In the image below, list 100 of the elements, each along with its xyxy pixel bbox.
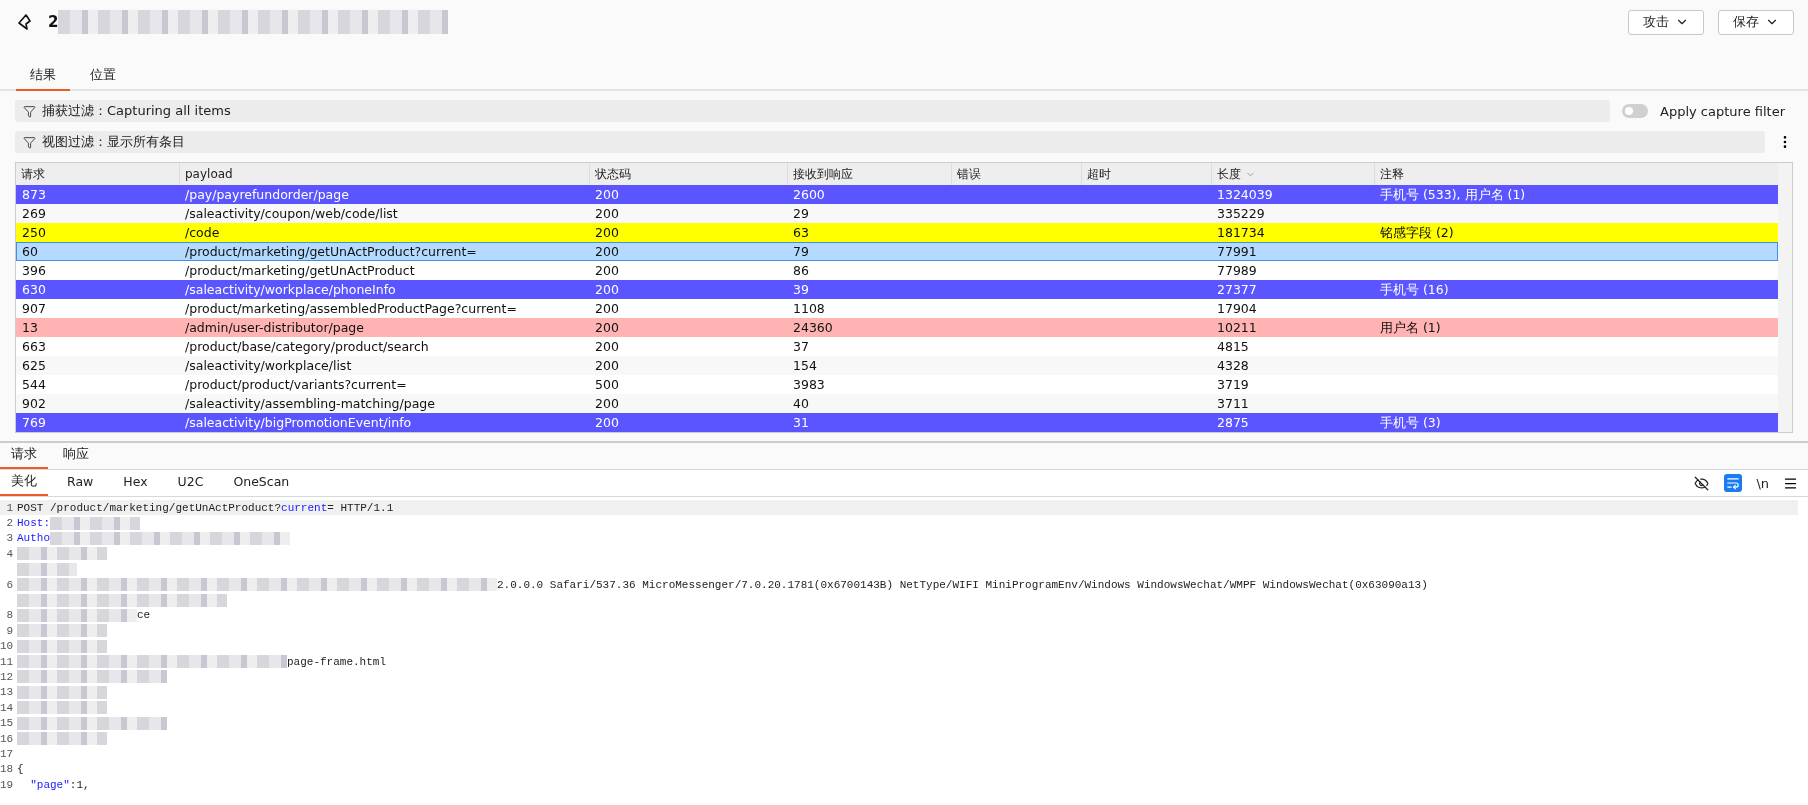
code-key: Host: [17,517,50,530]
scrollbar[interactable] [1778,163,1792,432]
table-cell: 200 [595,263,619,278]
table-cell: 200 [595,301,619,316]
table-cell: 200 [595,415,619,430]
toggle-switch[interactable] [1622,104,1649,118]
table-cell: 250 [22,225,46,240]
table-cell: 31 [793,415,809,430]
tab[interactable]: Hex [112,471,159,495]
column-header[interactable]: 注释 [1380,165,1404,183]
table-cell: /product/marketing/assembledProductPage?current= [185,301,517,316]
table-cell: /saleactivity/bigPromotionEvent/info [185,415,412,430]
tab[interactable]: 结果 [16,62,70,91]
table-cell: 用户名 (1) [1380,320,1441,335]
tab[interactable]: U2C [166,471,215,495]
table-row[interactable]: 902 /saleactivity/assembling-matching/page 200 40 3711 [16,394,1778,413]
table-cell: /product/product/variants?current= [185,377,407,392]
dropdown-button[interactable]: 攻击 [1628,9,1704,35]
table-cell: 手机号 (533), 用户名 (1) [1380,187,1526,202]
column-header[interactable]: 错误 [957,165,981,183]
view-filter-bar[interactable]: 视图过滤：显示所有条目 [15,131,1765,153]
line-number: 6 [6,578,13,591]
newline-toggle[interactable]: \n [1756,475,1769,491]
code-key: "page" [17,778,70,791]
filter-text: 视图过滤：显示所有条目 [42,133,185,151]
table-cell: 63 [793,225,809,240]
table-cell: 3711 [1217,396,1249,411]
table-cell: 200 [595,396,619,411]
table-row[interactable]: 13 /admin/user-distributor/page 200 24360 10211 用户名 (1) [16,318,1778,337]
table-cell: 200 [595,225,619,240]
table-cell: /pay/payrefundorder/page [185,187,349,202]
code-text: page-frame.html [287,655,387,668]
table-cell: 200 [595,282,619,297]
table-cell: /saleactivity/coupon/web/code/list [185,206,398,221]
table-cell: 200 [595,320,619,335]
eye-off-icon[interactable] [1692,474,1711,492]
column-header[interactable]: 请求 [21,165,45,183]
table-cell: 907 [22,301,46,316]
table-row[interactable]: 250 /code 200 63 181734 铭感字段 (2) [16,223,1778,242]
table-cell: 500 [595,377,619,392]
table-row[interactable]: 630 /saleactivity/workplace/phoneInfo 200 39 27377 手机号 (16) [16,280,1778,299]
line-number: 11 [0,655,14,668]
column-header[interactable]: 超时 [1087,165,1111,183]
table-cell: 60 [22,244,38,259]
tab[interactable]: Raw [56,471,105,495]
column-header[interactable]: payload [185,167,233,181]
table-cell: 200 [595,339,619,354]
table-cell: 40 [793,396,809,411]
code-text: ce [137,609,151,622]
table-cell: 77989 [1217,263,1257,278]
table-cell: 1324039 [1217,187,1273,202]
table-cell: 544 [22,377,46,392]
table-cell: 86 [793,263,809,278]
line-number: 2 [6,517,13,530]
table-cell: 200 [595,244,619,259]
table-cell: /code [185,225,220,240]
table-cell: 269 [22,206,46,221]
menu-icon[interactable] [1783,475,1798,491]
tab[interactable]: OneScan [222,471,301,495]
dropdown-button[interactable]: 保存 [1718,9,1794,35]
table-row[interactable]: 873 /pay/payrefundorder/page 200 2600 1324039 手机号 (533), 用户名 (1) [16,185,1778,204]
column-header[interactable]: 状态码 [595,165,631,183]
line-number: 18 [0,763,14,776]
table-row[interactable]: 769 /saleactivity/bigPromotionEvent/info 200 31 2875 手机号 (3) [16,413,1778,432]
table-cell: 200 [595,206,619,221]
tab[interactable]: 响应 [52,443,100,469]
table-cell: /saleactivity/workplace/phoneInfo [185,282,396,297]
table-cell: /product/marketing/getUnActProduct [185,263,415,278]
table-cell: 17904 [1217,301,1257,316]
line-number: 3 [6,532,13,545]
line-number: 15 [0,717,14,730]
table-cell: 1108 [793,301,825,316]
column-header[interactable]: 接收到响应 [793,165,853,183]
capture-filter-bar[interactable]: 捕获过滤：Capturing all items [15,100,1611,122]
table-row[interactable]: 625 /saleactivity/workplace/list 200 154 4328 [16,356,1778,375]
column-header[interactable]: 长度 [1217,165,1241,183]
table-cell: /saleactivity/workplace/list [185,358,352,373]
table-row[interactable]: 60 /product/marketing/getUnActProduct?current= 200 79 77991 [16,242,1778,261]
logo-icon [18,14,34,30]
line-number: 12 [0,671,14,683]
line-number: 19 [0,778,14,791]
table-row[interactable]: 269 /saleactivity/coupon/web/code/list 200 29 335229 [16,204,1778,223]
line-number: 14 [0,701,14,714]
line-number: 10 [0,640,14,653]
code-text: POST /product/marketing/getUnActProduct? [17,501,282,514]
wrap-icon[interactable] [1724,474,1743,492]
line-number: 9 [6,624,13,637]
table-cell: 630 [22,282,46,297]
table-cell: 77991 [1217,244,1257,259]
table-cell: 铭感字段 (2) [1380,225,1454,240]
tab[interactable]: 位置 [76,62,130,91]
table-cell: 10211 [1217,320,1257,335]
table-cell: 335229 [1217,206,1265,221]
line-number: 4 [6,547,13,560]
table-cell: 2600 [793,187,825,202]
table-cell: 4328 [1217,358,1249,373]
table-cell: /product/marketing/getUnActProduct?current= [185,244,477,259]
line-number: 8 [6,609,13,622]
table-cell: 29 [793,206,809,221]
table-cell: 24360 [793,320,833,335]
